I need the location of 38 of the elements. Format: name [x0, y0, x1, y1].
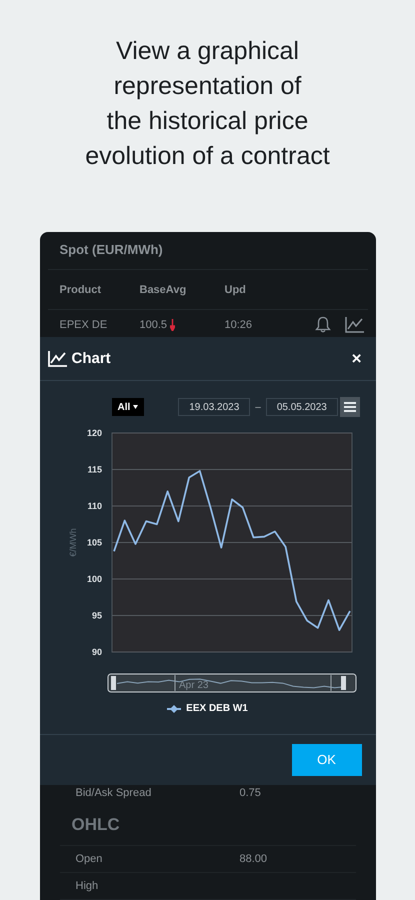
start-date-field[interactable]: 19.03.2023 — [178, 398, 250, 416]
section-title: Spot (EUR/MWh) — [48, 232, 368, 270]
bell-icon[interactable] — [314, 316, 330, 334]
y-tick-label: 95 — [91, 610, 102, 621]
field-value: 0.75 — [240, 786, 261, 799]
column-header: BaseAvg — [140, 284, 188, 296]
line-chart-icon — [48, 350, 68, 367]
navigator-label: Apr 23 — [178, 680, 208, 692]
column-header: Upd — [224, 284, 247, 296]
field-label: Bid/Ask Spread — [76, 786, 152, 799]
table-cell-text: 10:26 — [224, 318, 254, 331]
field-label: Open — [76, 852, 104, 865]
y-tick-label: 110 — [86, 501, 102, 512]
y-tick-label: 115 — [86, 464, 102, 475]
field-value: 88.00 — [240, 852, 268, 865]
y-tick-label: 100 — [86, 574, 102, 584]
table-cell-text: EPEX DE — [58, 318, 108, 331]
menu-button[interactable] — [340, 397, 360, 418]
legend-label[interactable]: EEX DEB W1 — [186, 703, 248, 714]
caret-icon — [133, 405, 138, 410]
line-chart-icon[interactable] — [344, 316, 364, 334]
y-tick-label: 105 — [86, 538, 102, 548]
y-tick-label: 120 — [86, 428, 102, 438]
range-navigator[interactable] — [107, 674, 356, 693]
range-dropdown[interactable]: All — [112, 398, 144, 416]
close-button[interactable]: × — [346, 348, 368, 369]
dialog-title: Chart — [72, 350, 112, 368]
end-date-field[interactable]: 05.05.2023 — [266, 398, 338, 416]
section-title: OHLC — [60, 800, 356, 846]
y-tick-label: 90 — [91, 647, 102, 658]
column-header: Product — [58, 284, 102, 296]
field-label: High — [76, 880, 100, 892]
legend-marker-icon — [167, 704, 182, 713]
headline: View a graphical representation of the historical price evolution of a contract — [84, 36, 331, 172]
menu-icon — [344, 402, 356, 412]
date-separator: – — [255, 402, 261, 413]
y-axis-label: €/MWh — [68, 528, 78, 558]
table-cell: 100.5 — [140, 318, 168, 331]
